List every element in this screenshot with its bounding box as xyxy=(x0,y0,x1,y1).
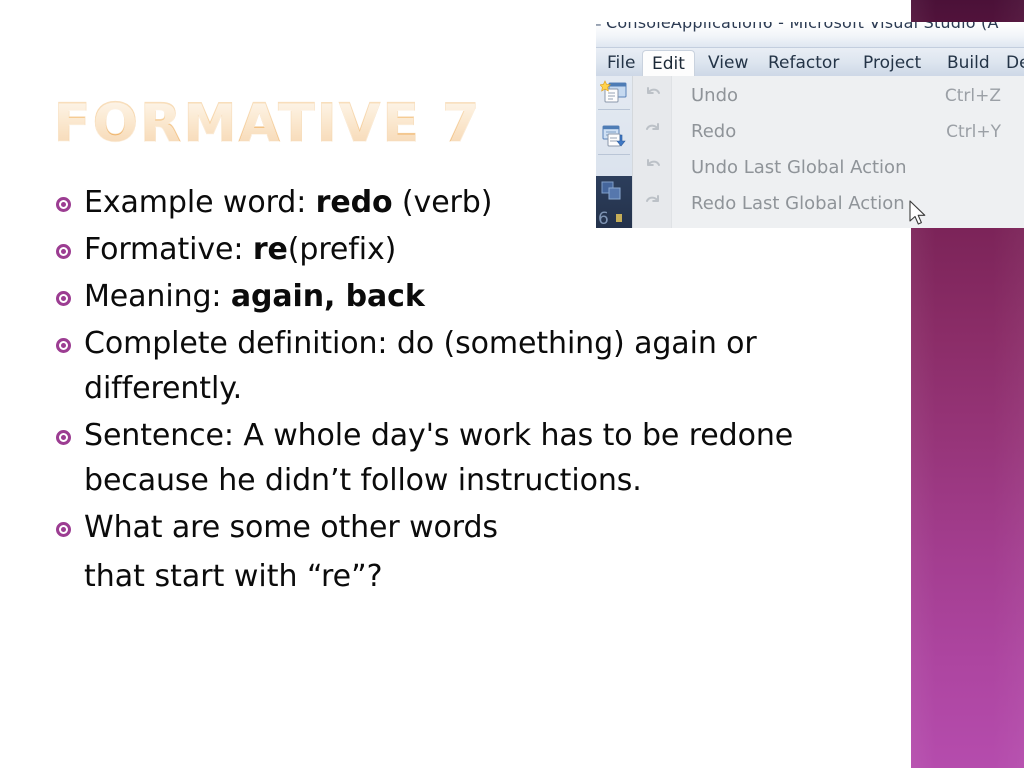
bullet-row: Sentence: A whole day's work has to be r… xyxy=(56,413,886,503)
vs-menu-file[interactable]: File xyxy=(598,50,644,77)
bullet-item-meaning: Meaning: again, back xyxy=(56,274,886,319)
bullet-item-sentence: Sentence: A whole day's work has to be r… xyxy=(56,413,886,503)
vs-editor-dark-region: 6 xyxy=(596,176,632,228)
bullet-segment: (verb) xyxy=(392,185,493,220)
visual-studio-screenshot-image: – ConsoleApplication6 - Microsoft Visual… xyxy=(596,22,1024,228)
bullet-row: What are some other words xyxy=(56,505,886,550)
toolbar-separator xyxy=(598,109,630,110)
bullet-text: Complete definition: do (something) agai… xyxy=(84,321,886,411)
vs-menu-bar: FileEditViewRefactorProject BuildDeb xyxy=(596,47,1024,79)
bullet-marker-icon xyxy=(56,197,71,212)
new-project-icon[interactable] xyxy=(599,80,629,106)
bullet-row: Complete definition: do (something) agai… xyxy=(56,321,886,411)
bullet-segment: Sentence: A whole day's work has to be r… xyxy=(84,418,794,498)
vs-menu-refactor[interactable]: Refactor xyxy=(759,50,848,77)
vs-solution-icon xyxy=(601,181,621,200)
bullet-segment: What are some other words xyxy=(84,510,498,545)
vs-menu-view[interactable]: View xyxy=(699,50,757,77)
bullet-item-formative: Formative: re(prefix) xyxy=(56,227,886,272)
bullet-item-complete-definition: Complete definition: do (something) agai… xyxy=(56,321,886,411)
vs-menu-entry: Undo Ctrl+Z xyxy=(633,78,1024,114)
bullet-row: Meaning: again, back xyxy=(56,274,886,319)
redo-arrow-icon xyxy=(646,123,659,130)
bullet-segment: Formative: xyxy=(84,232,253,267)
bullet-segment: Complete definition: do (something) agai… xyxy=(84,326,757,406)
mouse-pointer-icon xyxy=(909,200,926,225)
vs-menu-entry-label: Undo Last Global Action xyxy=(691,157,907,178)
bullet-marker-icon xyxy=(56,522,71,537)
bullet-segment: Example word: xyxy=(84,185,316,220)
bullet-text: Formative: re(prefix) xyxy=(84,227,886,272)
vs-menu-deb[interactable]: Deb xyxy=(997,50,1024,77)
vs-menu-entry-label: Redo xyxy=(691,121,737,142)
undo-arrow-icon xyxy=(647,87,660,94)
vs-title-bar: – ConsoleApplication6 - Microsoft Visual… xyxy=(596,22,1024,47)
svg-text:6: 6 xyxy=(598,209,609,228)
vs-title-bar-text: ConsoleApplication6 - Microsoft Visual S… xyxy=(606,22,999,32)
bullet-text: Meaning: again, back xyxy=(84,274,886,319)
bullet-text: What are some other words xyxy=(84,505,886,550)
bullet-continuation-line: that start with “re”? xyxy=(84,559,383,594)
bullet-marker-icon xyxy=(56,430,71,445)
vs-menu-entry-shortcut: Ctrl+Z xyxy=(944,86,1001,106)
bullet-emphasis: again, back xyxy=(230,279,425,314)
vs-menu-edit[interactable]: Edit xyxy=(642,50,695,79)
vs-menu-project[interactable]: Project xyxy=(854,50,930,77)
page-title: Formative 7 xyxy=(54,93,482,154)
vs-edit-dropdown-menu: Undo Ctrl+Z Redo Ctrl+Y Undo Last Global Act… xyxy=(632,76,1024,228)
bullet-list: Example word: redo (verb) Formative: re(p… xyxy=(56,180,886,599)
vs-menu-entry: Redo Last Global Action xyxy=(633,186,1024,222)
bullet-text: Sentence: A whole day's work has to be r… xyxy=(84,413,886,503)
vs-code-glyph: 6 xyxy=(598,209,622,228)
bullet-marker-icon xyxy=(56,244,71,259)
vs-menu-entry: Redo Ctrl+Y xyxy=(633,114,1024,150)
bullet-emphasis: redo xyxy=(315,185,393,220)
bullet-marker-icon xyxy=(56,291,71,306)
open-file-icon[interactable] xyxy=(600,124,629,150)
bullet-row: Formative: re(prefix) xyxy=(56,227,886,272)
vs-menu-entry-shortcut: Ctrl+Y xyxy=(946,122,1001,142)
bullet-segment: Meaning: xyxy=(84,279,231,314)
vs-window-dash-icon: – xyxy=(596,22,602,33)
bullet-marker-icon xyxy=(56,338,71,353)
vs-menu-entry-label: Redo Last Global Action xyxy=(691,193,905,214)
toolbar-separator-2 xyxy=(598,154,630,155)
vs-menu-entry: Undo Last Global Action xyxy=(633,150,1024,186)
redo-arrow-icon xyxy=(646,195,659,202)
bullet-emphasis: re xyxy=(252,232,288,267)
undo-arrow-icon xyxy=(647,159,660,166)
bullet-segment: (prefix) xyxy=(287,232,397,267)
vs-menu-build[interactable]: Build xyxy=(938,50,999,77)
vs-menu-entry-label: Undo xyxy=(691,85,739,106)
bullet-item-question: What are some other words that start with… xyxy=(56,505,886,599)
